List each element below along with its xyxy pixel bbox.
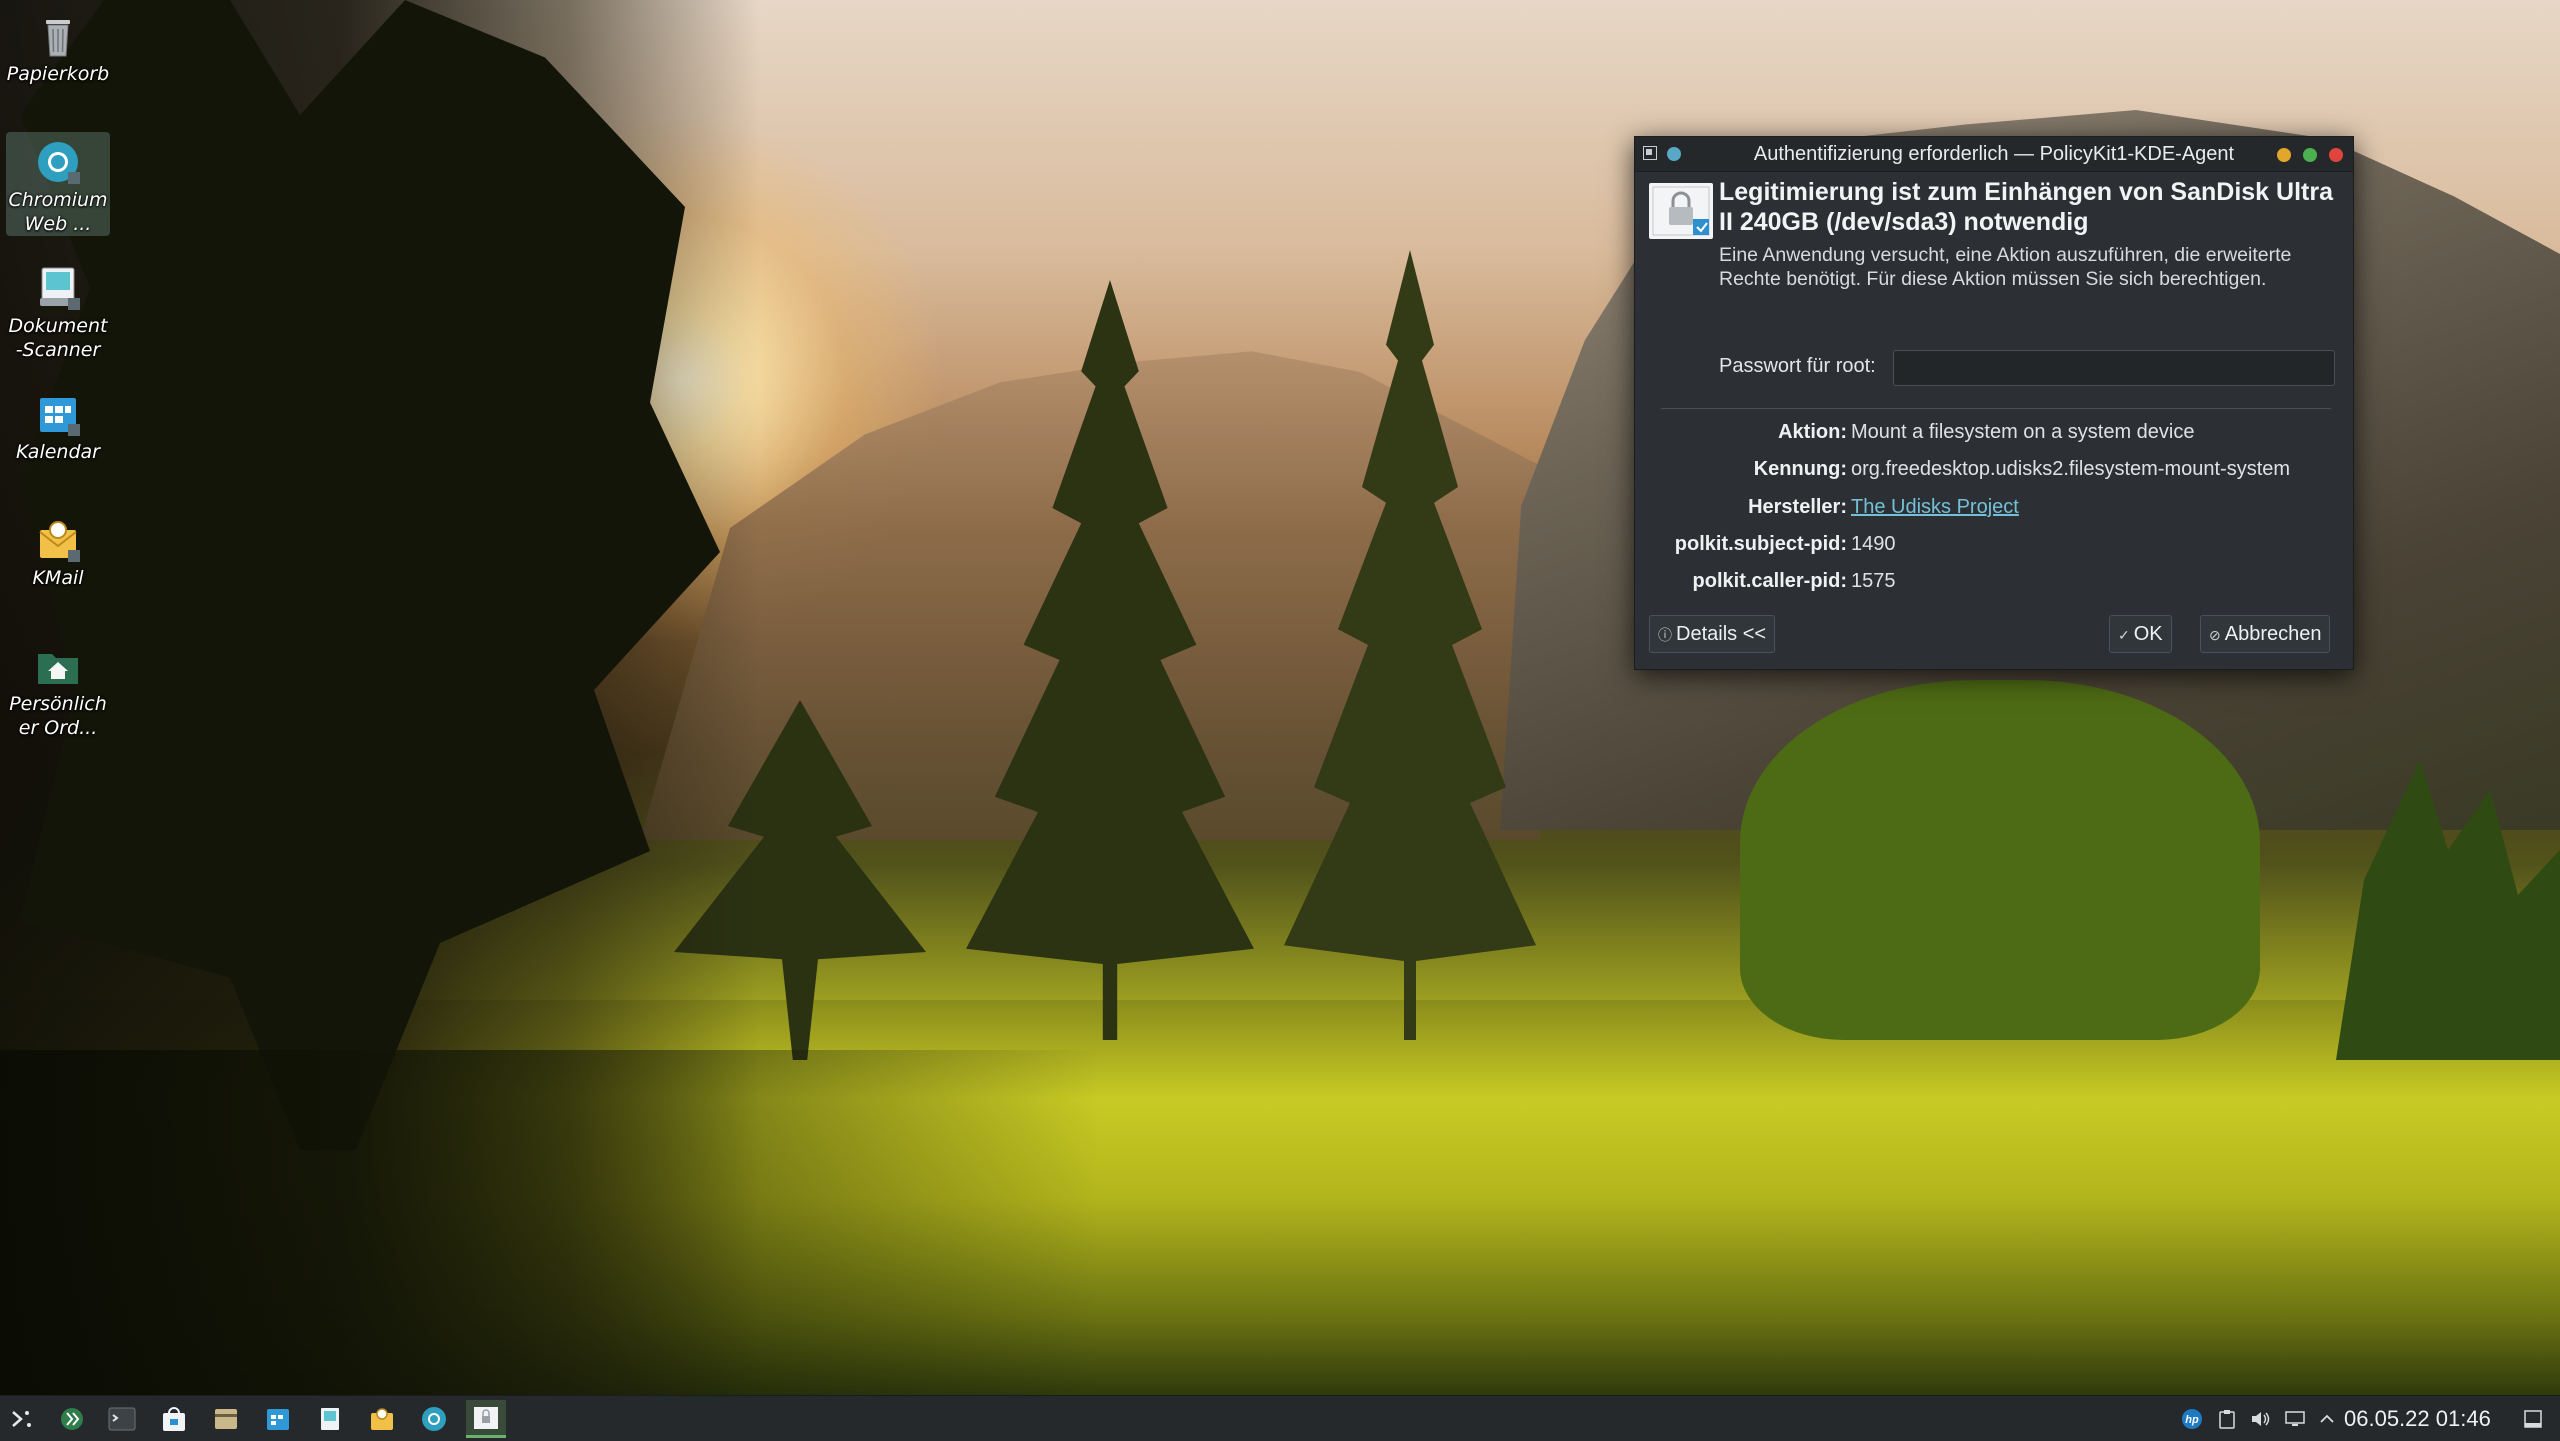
cancel-icon: ⊘	[2209, 627, 2221, 643]
detail-value: 1490	[1851, 533, 1896, 555]
scanner-icon	[40, 267, 80, 310]
ok-button-label: OK	[2133, 623, 2163, 645]
dialog-titlebar[interactable]: Authentifizierung erforderlich — PolicyK…	[1635, 137, 2353, 172]
chromium-icon	[422, 1407, 446, 1431]
close-button[interactable]	[2329, 148, 2343, 162]
application-launcher-icon	[12, 1411, 31, 1427]
scanner-icon	[321, 1408, 339, 1430]
svg-text:hp: hp	[2185, 1414, 2199, 1426]
chromium-icon	[38, 142, 80, 184]
desktop-icon-home-folder[interactable]: Persönlicher Ord...	[6, 636, 110, 740]
calendar-icon	[267, 1409, 289, 1430]
tray-network[interactable]	[2280, 1396, 2310, 1441]
desktop-icon-chromium[interactable]: Chromium Web ...	[6, 132, 110, 236]
detail-row-id: Kennung: org.freedesktop.udisks2.filesys…	[1635, 458, 2353, 484]
desktop-icon-document-scanner[interactable]: Dokument-Scanner	[6, 258, 110, 362]
desktop-icon-trash[interactable]: Papierkorb	[6, 6, 110, 86]
home-folder-icon	[38, 654, 78, 684]
show-desktop-button[interactable]	[2518, 1396, 2548, 1441]
wallpaper-tree	[1740, 680, 2260, 1040]
taskbar-software-store[interactable]	[154, 1400, 194, 1438]
password-field[interactable]	[1893, 350, 2335, 386]
dialog-headline: Legitimierung ist zum Einhängen von SanD…	[1719, 178, 2333, 236]
tray-hp[interactable]: hp	[2176, 1396, 2208, 1441]
password-label: Passwort für root:	[1719, 355, 1876, 377]
cancel-button[interactable]: ⊘ Abbrechen	[2200, 615, 2331, 653]
detail-key: Kennung:	[1753, 458, 1847, 480]
detail-row-vendor: Hersteller: The Udisks Project	[1635, 496, 2353, 522]
kmail-icon	[39, 521, 80, 562]
desktop-icon-kmail[interactable]: KMail	[6, 510, 110, 590]
volume-icon	[2252, 1411, 2270, 1426]
detail-row-caller-pid: polkit.caller-pid: 1575	[1635, 570, 2353, 596]
desktop-icon-label: Chromium Web ...	[8, 189, 108, 235]
tray-expand[interactable]	[2314, 1396, 2340, 1441]
vendor-link[interactable]: The Udisks Project	[1851, 496, 2019, 519]
taskbar-plasma[interactable]	[52, 1400, 92, 1438]
show-desktop-icon	[2524, 1409, 2542, 1428]
detail-value: Mount a filesystem on a system device	[1851, 421, 2195, 443]
desktop-icon-label: Kalendar	[16, 441, 100, 463]
desktop-icon-label: Papierkorb	[6, 63, 110, 85]
software-store-icon	[163, 1407, 185, 1431]
kmail-icon	[371, 1408, 393, 1430]
detail-key: polkit.subject-pid:	[1674, 533, 1847, 555]
detail-key: Aktion:	[1778, 421, 1847, 443]
detail-value: org.freedesktop.udisks2.filesystem-mount…	[1851, 458, 2291, 480]
detail-value: 1575	[1851, 570, 1896, 592]
cancel-button-label: Abbrechen	[2224, 623, 2322, 645]
clipboard-icon	[2219, 1409, 2235, 1429]
desktop-icon-calendar[interactable]: Kalendar	[6, 384, 110, 464]
desktop-icon-label: KMail	[32, 567, 84, 589]
kde-plasma-icon	[61, 1408, 83, 1430]
taskbar-file-manager[interactable]	[206, 1400, 246, 1438]
detail-key: polkit.caller-pid:	[1692, 570, 1847, 592]
digital-clock[interactable]: 06.05.22 01:46	[2344, 1396, 2491, 1441]
detail-row-action: Aktion: Mount a filesystem on a system d…	[1635, 421, 2353, 447]
dialog-title: Authentifizierung erforderlich — PolicyK…	[1753, 143, 2235, 165]
tray-volume[interactable]	[2246, 1396, 2276, 1441]
details-toggle-button[interactable]: ⓘ Details <<	[1649, 615, 1776, 653]
chevron-up-icon	[2320, 1414, 2334, 1423]
calendar-icon	[40, 398, 80, 436]
taskbar-kmail[interactable]	[362, 1400, 402, 1438]
ok-button[interactable]: ✓ OK	[2109, 615, 2172, 653]
taskbar-calendar[interactable]	[258, 1400, 298, 1438]
desktop-icon-label: Persönlicher Ord...	[9, 693, 107, 739]
hp-icon: hp	[2182, 1408, 2202, 1429]
network-icon	[2285, 1410, 2305, 1426]
maximize-button[interactable]	[2303, 148, 2317, 162]
detail-row-subject-pid: polkit.subject-pid: 1490	[1635, 533, 2353, 559]
taskbar-chromium[interactable]	[414, 1400, 454, 1438]
authentication-dialog: Authentifizierung erforderlich — PolicyK…	[1634, 136, 2354, 670]
checkmark-icon: ✓	[2118, 627, 2130, 643]
details-button-label: Details <<	[1676, 623, 1767, 645]
taskbar-document-scanner[interactable]	[310, 1400, 350, 1438]
tray-clipboard[interactable]	[2212, 1396, 2242, 1441]
file-manager-icon	[215, 1409, 237, 1429]
terminal-icon	[108, 1407, 136, 1431]
lock-icon	[1649, 183, 1713, 239]
dialog-description: Eine Anwendung versucht, eine Aktion aus…	[1719, 244, 2292, 290]
info-icon: ⓘ	[1658, 627, 1672, 643]
policykit-window-icon	[474, 1406, 498, 1429]
wallpaper-meadow-shadow	[0, 1050, 1100, 1395]
detail-key: Hersteller:	[1748, 496, 1847, 518]
taskbar-terminal[interactable]	[102, 1400, 142, 1438]
taskbar: hp 06.05.22 01:46	[0, 1395, 2560, 1441]
taskbar-active-window-policykit[interactable]	[466, 1400, 506, 1438]
desktop-icon-label: Dokument-Scanner	[8, 315, 108, 361]
minimize-button[interactable]	[2277, 148, 2291, 162]
trash-icon	[46, 20, 70, 57]
separator	[1661, 408, 2331, 409]
application-launcher-button[interactable]	[2, 1400, 42, 1438]
